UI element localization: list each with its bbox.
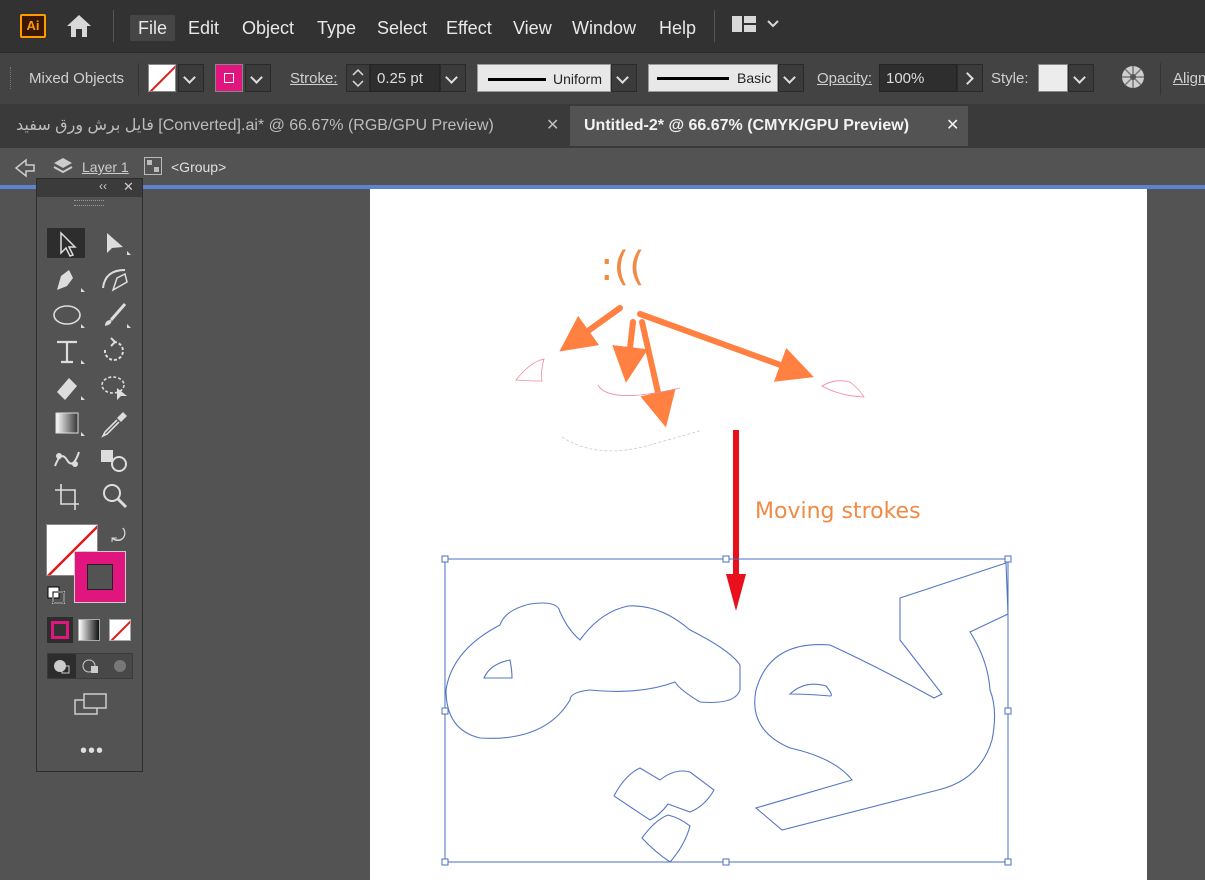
direct-selection-tool-icon[interactable]: [95, 228, 133, 258]
artboard[interactable]: [370, 189, 1147, 880]
tools-panel-header[interactable]: ‹‹ ✕: [37, 179, 142, 197]
menu-edit[interactable]: Edit: [188, 15, 219, 41]
recolor-artwork-icon[interactable]: [1120, 64, 1146, 95]
swap-fill-stroke-icon[interactable]: ⤾: [111, 526, 126, 547]
panel-grip: [74, 200, 104, 206]
brush-definition[interactable]: Basic: [648, 64, 778, 92]
menu-divider: [113, 10, 114, 42]
tab-title: Untitled-2* @ 66.67% (CMYK/GPU Preview): [584, 117, 910, 134]
variable-width-profile[interactable]: Uniform: [477, 64, 611, 92]
draw-mode-group: [47, 653, 133, 679]
draw-inside-icon[interactable]: [106, 654, 134, 678]
puppet-warp-tool-icon[interactable]: [47, 444, 85, 474]
breadcrumb-layer[interactable]: Layer 1: [82, 159, 129, 175]
opacity-label[interactable]: Opacity:: [817, 70, 872, 87]
eraser-tool-icon[interactable]: [47, 372, 85, 402]
none-mode-button[interactable]: [109, 619, 131, 641]
more-tools-icon[interactable]: •••: [80, 740, 104, 763]
style-label: Style:: [991, 70, 1029, 87]
tab-untitled-2[interactable]: Untitled-2* @ 66.67% (CMYK/GPU Preview) …: [570, 106, 968, 146]
stroke-label[interactable]: Stroke:: [290, 70, 338, 87]
control-bar: Mixed Objects Stroke: 0.25 pt Uniform Ba…: [0, 52, 1205, 105]
type-tool-icon[interactable]: [47, 336, 85, 366]
menu-type[interactable]: Type: [317, 15, 356, 41]
style-swatch[interactable]: [1038, 64, 1068, 92]
curvature-tool-icon[interactable]: [95, 264, 133, 294]
zoom-tool-icon[interactable]: [95, 480, 133, 510]
gradient-mode-button[interactable]: [78, 619, 100, 641]
stroke-weight-field[interactable]: 0.25 pt: [370, 64, 440, 92]
breadcrumb: Layer 1 <Group>: [0, 148, 1205, 186]
grip: [10, 67, 14, 89]
workspace-icon[interactable]: [732, 15, 782, 40]
style-dropdown[interactable]: [1068, 64, 1094, 92]
app-logo: Ai: [20, 14, 46, 38]
align-label[interactable]: Align: [1173, 70, 1205, 87]
menu-window[interactable]: Window: [572, 15, 636, 41]
rotate-tool-icon[interactable]: [95, 336, 133, 366]
menu-select[interactable]: Select: [377, 15, 427, 41]
menu-file[interactable]: File: [130, 15, 176, 41]
close-icon[interactable]: ✕: [946, 106, 959, 146]
profile-label: Uniform: [553, 71, 603, 87]
draw-behind-icon[interactable]: [77, 654, 105, 678]
divider: [138, 63, 139, 95]
opacity-arrow[interactable]: [957, 64, 983, 92]
fill-dropdown[interactable]: [178, 64, 204, 92]
brush-dropdown[interactable]: [778, 64, 804, 92]
breadcrumb-group: <Group>: [171, 159, 227, 175]
stroke-proxy[interactable]: [74, 551, 126, 603]
close-icon[interactable]: ✕: [546, 106, 559, 146]
stroke-weight-dropdown[interactable]: [440, 64, 466, 92]
stroke-swatch[interactable]: [215, 64, 243, 92]
brush-label: Basic: [737, 70, 772, 86]
pen-tool-icon[interactable]: [47, 264, 85, 294]
stroke-weight-stepper[interactable]: [346, 64, 370, 92]
artboard-tool-icon[interactable]: [47, 480, 85, 510]
menu-divider: [714, 10, 715, 42]
tab-converted-file[interactable]: فایل برش ورق سفید [Converted].ai* @ 66.6…: [0, 106, 570, 146]
color-mode-button[interactable]: [47, 617, 73, 643]
fill-swatch[interactable]: [148, 64, 176, 92]
eyedropper-tool-icon[interactable]: [95, 408, 133, 438]
menu-bar: Ai File Edit Object Type Select Effect V…: [0, 0, 1205, 52]
menu-help[interactable]: Help: [659, 15, 696, 41]
ellipse-tool-icon[interactable]: [47, 300, 85, 330]
paintbrush-tool-icon[interactable]: [95, 300, 133, 330]
divider: [1160, 63, 1161, 95]
close-icon[interactable]: ✕: [123, 179, 134, 195]
menu-object[interactable]: Object: [242, 15, 294, 41]
draw-normal-icon[interactable]: [48, 654, 76, 678]
home-icon[interactable]: [65, 13, 93, 44]
back-arrow-icon[interactable]: [14, 158, 36, 183]
menu-view[interactable]: View: [513, 15, 552, 41]
default-fill-stroke-icon[interactable]: [47, 586, 65, 609]
screen-mode-icon[interactable]: [74, 692, 108, 721]
profile-dropdown[interactable]: [611, 64, 637, 92]
shape-builder-tool-icon[interactable]: [95, 444, 133, 474]
stroke-dropdown[interactable]: [245, 64, 271, 92]
gradient-tool-icon[interactable]: [47, 408, 85, 438]
tab-title: فایل برش ورق سفید [Converted].ai* @ 66.6…: [16, 117, 494, 134]
menu-effect[interactable]: Effect: [446, 15, 492, 41]
lasso-tool-icon[interactable]: [95, 372, 133, 402]
selection-type-label: Mixed Objects: [29, 70, 125, 87]
group-icon: [144, 157, 162, 175]
collapse-icon[interactable]: ‹‹: [99, 179, 107, 193]
opacity-field[interactable]: 100%: [879, 64, 957, 92]
selection-tool-icon[interactable]: [47, 228, 85, 258]
